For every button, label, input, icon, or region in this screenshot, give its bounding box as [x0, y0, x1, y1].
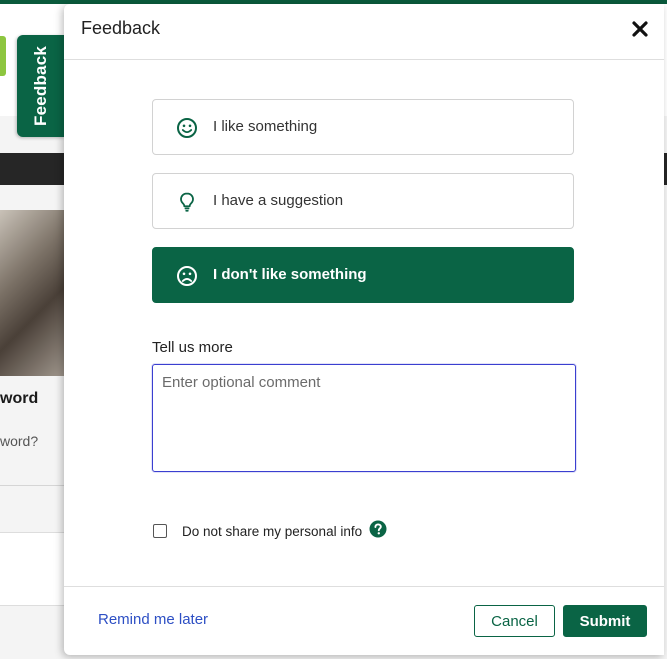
option-dislike-something[interactable]: I don't like something — [152, 247, 574, 303]
close-button[interactable] — [630, 19, 650, 39]
submit-button[interactable]: Submit — [563, 605, 647, 637]
privacy-label: Do not share my personal info — [182, 524, 363, 539]
article-photo — [0, 210, 70, 376]
option-have-suggestion[interactable]: I have a suggestion — [152, 173, 574, 229]
panel-title: Feedback — [81, 18, 161, 38]
question-circle-icon[interactable] — [369, 520, 387, 538]
comment-label: Tell us more — [152, 339, 233, 356]
cancel-button[interactable]: Cancel — [474, 605, 555, 637]
panel-header: Feedback — [64, 4, 664, 60]
feedback-side-tab[interactable]: Feedback — [17, 35, 65, 137]
panel-footer: Remind me later Cancel Submit — [64, 586, 664, 656]
option-like-something[interactable]: I like something — [152, 99, 574, 155]
frown-icon — [177, 266, 197, 286]
option-label: I like something — [213, 118, 318, 135]
option-label: I have a suggestion — [213, 192, 344, 209]
privacy-checkbox[interactable] — [153, 524, 167, 538]
lightbulb-icon — [180, 192, 194, 212]
article-subtitle-fragment: word? — [0, 433, 39, 449]
smile-icon — [177, 118, 197, 138]
feedback-side-tab-label: Feedback — [31, 45, 50, 127]
comment-textarea[interactable] — [152, 364, 576, 472]
feedback-panel: Feedback I like something I have a sugge… — [64, 4, 664, 655]
remind-me-later-link[interactable]: Remind me later — [98, 611, 208, 628]
article-title-fragment: word — [0, 390, 39, 407]
background-card — [0, 532, 70, 606]
logo-fragment — [0, 36, 6, 76]
close-icon — [632, 21, 648, 37]
option-label: I don't like something — [213, 266, 367, 283]
divider — [0, 485, 70, 486]
